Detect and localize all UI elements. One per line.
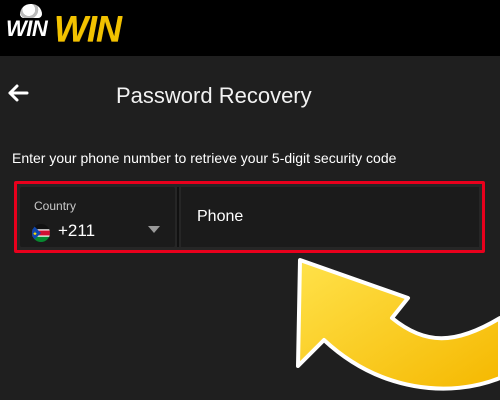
instruction-text: Enter your phone number to retrieve your… — [12, 150, 397, 166]
phone-number-field-group: Country +211 — [14, 181, 485, 253]
logo-text-big: WIN — [54, 8, 122, 49]
country-code-value: +211 — [58, 221, 96, 240]
arrow-left-icon — [8, 84, 29, 102]
top-bar: WIN WIN — [0, 0, 500, 56]
south-sudan-flag-icon — [32, 224, 50, 242]
page-title: Password Recovery — [116, 83, 312, 108]
country-label: Country — [34, 199, 77, 213]
phone-input[interactable] — [181, 187, 479, 247]
winwin-logo[interactable]: WIN WIN — [6, 4, 146, 50]
logo-text-small: WIN — [6, 16, 48, 41]
field-divider — [177, 187, 179, 247]
back-button[interactable] — [6, 80, 32, 106]
country-select[interactable]: Country +211 — [20, 187, 175, 247]
chevron-down-icon — [148, 226, 160, 233]
